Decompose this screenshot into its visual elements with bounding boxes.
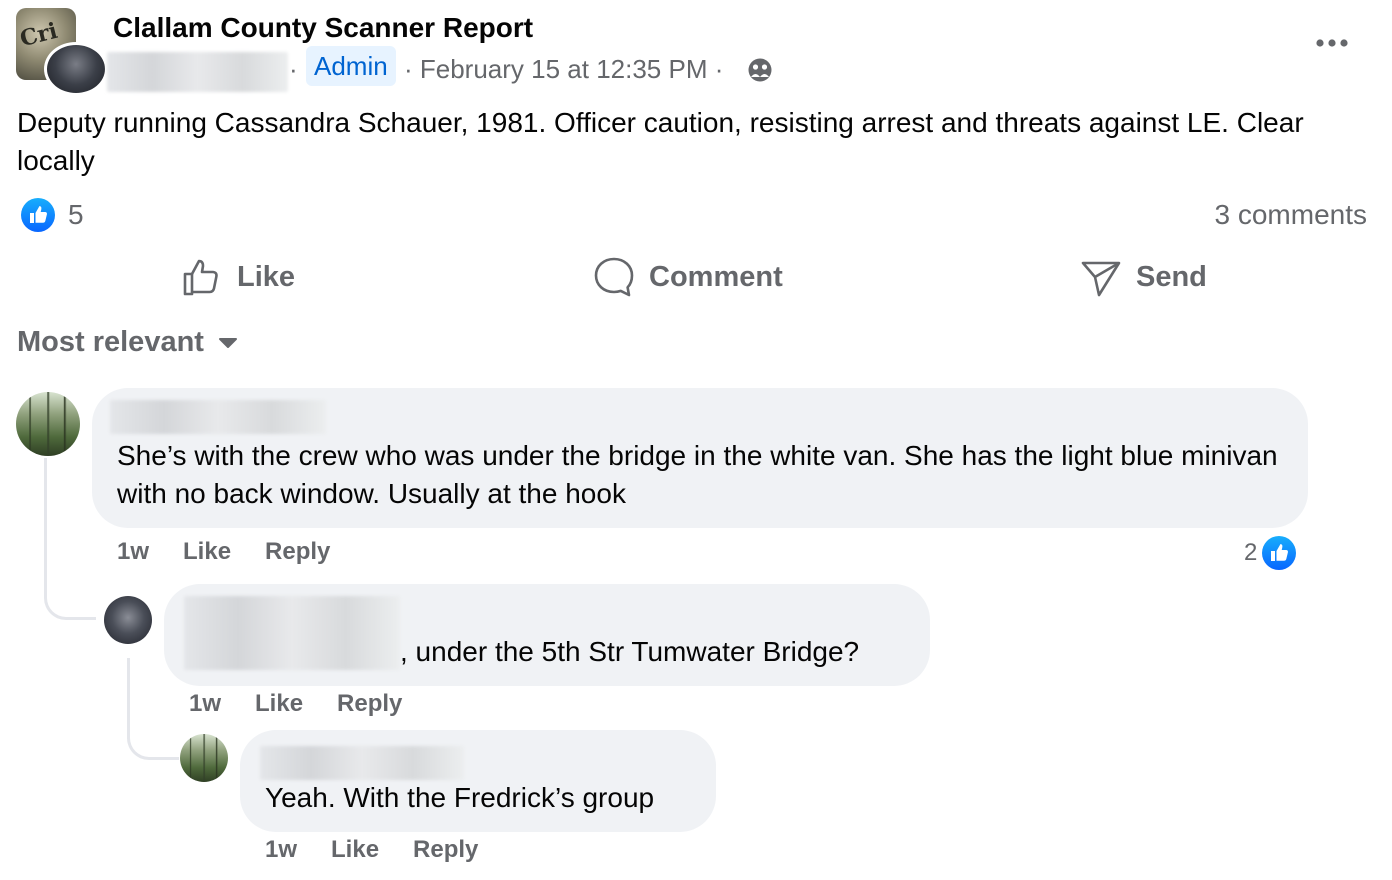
comment-reply-button[interactable]: Reply: [337, 689, 402, 719]
sort-label: Most relevant: [17, 326, 204, 358]
comment-text: , under the 5th Str Tumwater Bridge?: [400, 636, 860, 667]
send-label: Send: [1136, 260, 1207, 293]
thumbs-up-icon: [183, 259, 218, 296]
comment-time[interactable]: 1w: [189, 689, 221, 719]
like-reaction-icon: [1262, 536, 1297, 570]
commenter-name-redacted[interactable]: [110, 400, 326, 434]
comment-like-button[interactable]: Like: [255, 689, 303, 719]
comment-count[interactable]: 3 comments: [1215, 198, 1368, 232]
comment-bubble-icon: [594, 257, 634, 297]
meta-separator: ·: [289, 54, 298, 84]
comment-time[interactable]: 1w: [265, 835, 297, 865]
group-name[interactable]: Clallam County Scanner Report: [113, 12, 533, 44]
comment-label: Comment: [649, 260, 783, 293]
thread-connector: [127, 658, 179, 760]
send-button[interactable]: Send: [1080, 252, 1207, 302]
comment-reaction-count: 2: [1244, 539, 1258, 566]
author-name-redacted[interactable]: [107, 52, 288, 92]
post-body: Deputy running Cassandra Schauer, 1981. …: [17, 107, 1304, 176]
comment-actions: 1w Like Reply: [189, 689, 402, 719]
comment-bubble: Yeah. With the Fredrick’s group: [240, 730, 716, 832]
more-horizontal-icon[interactable]: [1314, 30, 1350, 56]
friends-icon[interactable]: [746, 57, 774, 83]
admin-badge[interactable]: Admin: [306, 46, 396, 86]
comment-button[interactable]: Comment: [593, 252, 783, 302]
comment-bubble: She’s with the crew who was under the br…: [92, 388, 1308, 528]
comment-like-button[interactable]: Like: [331, 835, 379, 865]
send-icon: [1081, 261, 1121, 297]
post-timestamp[interactable]: · February 15 at 12:35 PM ·: [404, 52, 723, 86]
commenter-avatar[interactable]: [180, 734, 228, 782]
like-reaction-icon[interactable]: [20, 197, 56, 233]
commenter-avatar[interactable]: [16, 392, 80, 456]
comment-actions: 1w Like Reply: [265, 835, 478, 865]
author-avatar[interactable]: [44, 42, 108, 96]
comment-like-button[interactable]: Like: [183, 537, 231, 567]
group-avatar-text: Cri: [17, 17, 61, 53]
group-avatar[interactable]: Cri: [16, 8, 108, 96]
comment-bubble: , under the 5th Str Tumwater Bridge?: [164, 584, 930, 686]
commenter-avatar[interactable]: [104, 596, 152, 644]
comment-reply-button[interactable]: Reply: [265, 537, 330, 567]
mentioned-name-redacted[interactable]: [184, 596, 400, 670]
caret-down-icon: [218, 337, 237, 348]
comment-reply-button[interactable]: Reply: [413, 835, 478, 865]
comment-reaction-summary[interactable]: 2: [1244, 535, 1297, 571]
comment-sort-dropdown[interactable]: Most relevant: [17, 326, 238, 359]
comment-time[interactable]: 1w: [117, 537, 149, 567]
commenter-name-redacted[interactable]: [260, 746, 464, 780]
like-label: Like: [237, 260, 296, 293]
comment-actions: 1w Like Reply: [117, 537, 330, 567]
comment-text: She’s with the crew who was under the br…: [117, 440, 1278, 509]
reaction-count[interactable]: 5: [68, 198, 84, 232]
like-button[interactable]: Like: [181, 252, 295, 302]
thread-connector: [44, 458, 96, 620]
comment-text: Yeah. With the Fredrick’s group: [265, 782, 655, 813]
